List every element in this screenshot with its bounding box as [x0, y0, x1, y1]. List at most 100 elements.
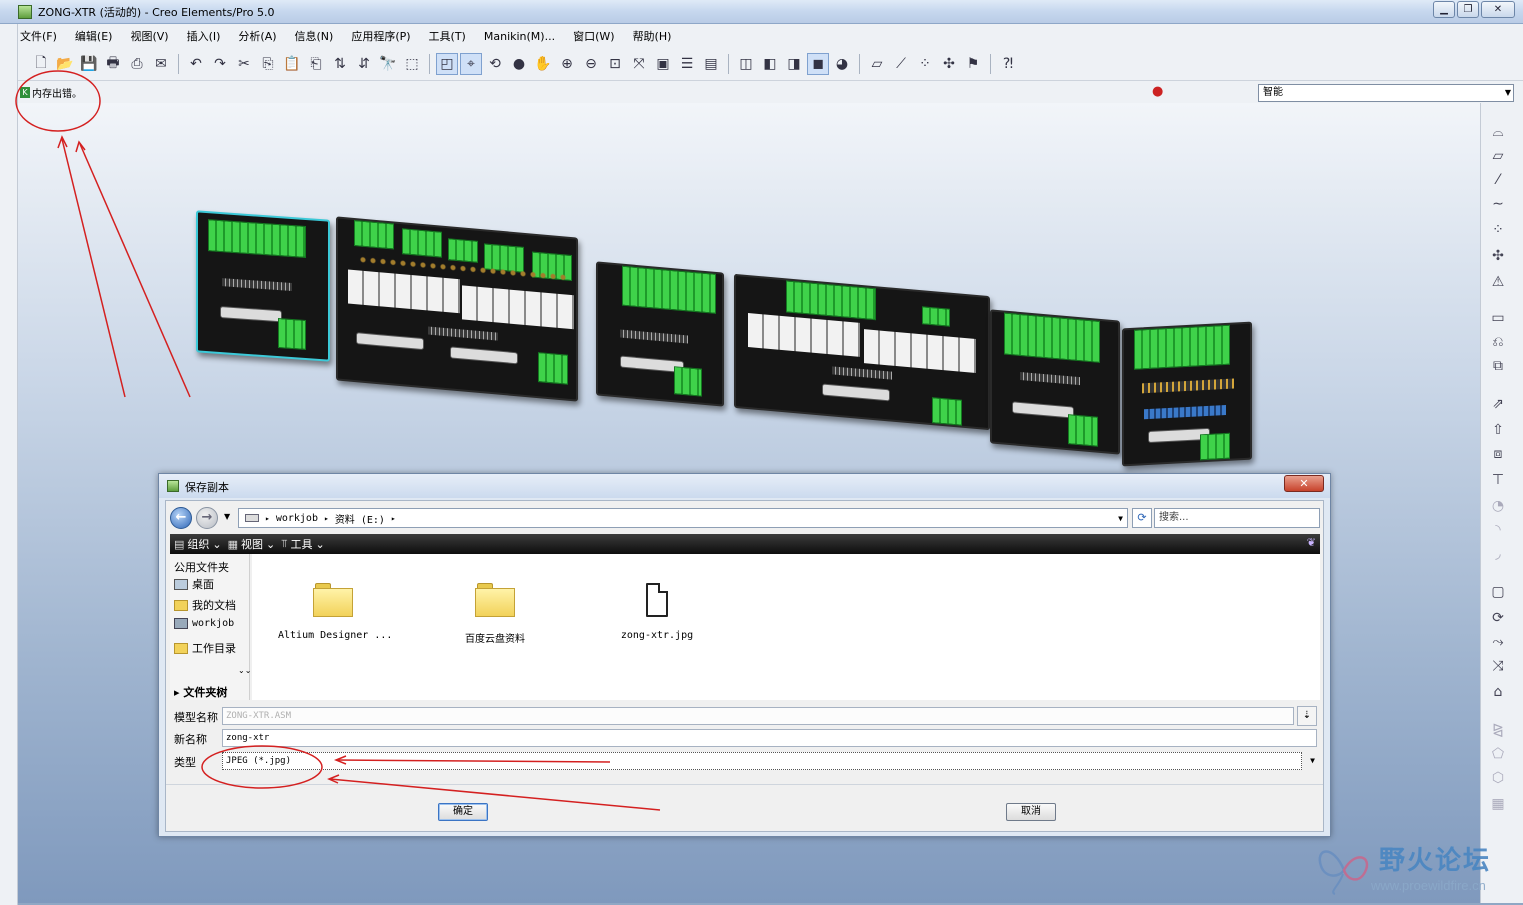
- refresh-icon[interactable]: ⟳: [1132, 508, 1152, 528]
- create-component-icon[interactable]: ⧉: [1487, 355, 1509, 377]
- pan-hand-icon[interactable]: ✋: [532, 53, 554, 75]
- close-button[interactable]: ✕: [1481, 1, 1515, 18]
- model-pick-button[interactable]: ⇣: [1297, 706, 1317, 726]
- hidden-line-icon[interactable]: ◧: [759, 53, 781, 75]
- copy-icon[interactable]: ⎘: [257, 53, 279, 75]
- status-light-icon[interactable]: ●: [1152, 84, 1163, 99]
- render-sphere-icon[interactable]: ●: [508, 53, 530, 75]
- address-dropdown-icon[interactable]: ▼: [1118, 514, 1123, 523]
- menu-analysis[interactable]: 分析(A): [236, 27, 278, 47]
- sidebar-item-workjob[interactable]: workjob: [174, 618, 234, 629]
- annotation-display-icon[interactable]: ⚑: [962, 53, 984, 75]
- expand-more-icon[interactable]: ⌄⌄: [238, 666, 251, 675]
- email-icon[interactable]: ✉: [150, 53, 172, 75]
- board-model-6[interactable]: [1122, 321, 1252, 467]
- folder-tree-toggle[interactable]: ▸ 文件夹树: [174, 684, 227, 700]
- coord-systems-icon[interactable]: ✣: [938, 53, 960, 75]
- tools-menu[interactable]: ⫪ 工具 ⌄: [281, 536, 324, 552]
- menu-applications[interactable]: 应用程序(P): [349, 27, 412, 47]
- reorient-icon[interactable]: ⤧: [628, 53, 650, 75]
- repaint-icon[interactable]: ◰: [436, 53, 458, 75]
- selection-filter-select[interactable]: 智能 ▼: [1258, 84, 1514, 102]
- file-item-altium[interactable]: Altium Designer ...: [278, 578, 392, 641]
- no-hidden-icon[interactable]: ◨: [783, 53, 805, 75]
- dialog-close-button[interactable]: ✕: [1284, 475, 1324, 492]
- type-select[interactable]: JPEG (*.jpg) ▼: [222, 752, 1315, 770]
- save-icon[interactable]: 💾: [78, 53, 100, 75]
- minimize-button[interactable]: ▁: [1433, 1, 1455, 18]
- datum-point-tool-icon[interactable]: ⁘: [1487, 219, 1509, 241]
- datum-axis-tool-icon[interactable]: ⁄: [1487, 169, 1509, 191]
- regen-manager-icon[interactable]: ⇵: [353, 53, 375, 75]
- select-box-icon[interactable]: ⬚: [401, 53, 423, 75]
- package-icon[interactable]: ⇧: [1487, 419, 1509, 441]
- hole-icon[interactable]: ⊤: [1487, 469, 1509, 491]
- menu-edit[interactable]: 编辑(E): [73, 27, 115, 47]
- menu-view[interactable]: 视图(V): [128, 27, 170, 47]
- cancel-button[interactable]: 取消: [1006, 803, 1056, 821]
- orient-mode-icon[interactable]: ⟲: [484, 53, 506, 75]
- sidebar-item-documents[interactable]: 我的文档: [174, 597, 236, 613]
- file-item-baidu[interactable]: 百度云盘资料: [440, 578, 550, 645]
- breadcrumb-arrow-icon[interactable]: ▸: [265, 514, 270, 523]
- organize-menu[interactable]: ▤ 组织 ⌄: [174, 536, 222, 552]
- datum-plane-tool-icon[interactable]: ▱: [1487, 145, 1509, 167]
- zoom-out-icon[interactable]: ⊖: [580, 53, 602, 75]
- saved-views-icon[interactable]: ▣: [652, 53, 674, 75]
- cut-icon[interactable]: ✂: [233, 53, 255, 75]
- ok-button[interactable]: 确定: [438, 803, 488, 821]
- extrude-icon[interactable]: ▢: [1487, 581, 1509, 603]
- shell-icon[interactable]: ⌂: [1487, 681, 1509, 703]
- regenerate-icon[interactable]: ⇅: [329, 53, 351, 75]
- menu-help[interactable]: 帮助(H): [631, 27, 674, 47]
- assemble-icon[interactable]: ⇗: [1487, 393, 1509, 415]
- back-button[interactable]: ←: [170, 507, 192, 529]
- redo-icon[interactable]: ↷: [209, 53, 231, 75]
- menu-file[interactable]: 文件(F): [18, 27, 59, 47]
- context-help-icon[interactable]: ⁈: [997, 53, 1019, 75]
- help-icon[interactable]: ❦: [1307, 536, 1316, 549]
- menu-tools[interactable]: 工具(T): [427, 27, 468, 47]
- new-name-field[interactable]: zong-xtr: [222, 729, 1317, 747]
- view-manager-icon[interactable]: ▤: [700, 53, 722, 75]
- breadcrumb-drive-e[interactable]: 资料 (E:): [335, 511, 385, 526]
- sweep-icon[interactable]: ⤳: [1487, 631, 1509, 653]
- board-model-1[interactable]: [196, 210, 330, 362]
- spin-center-icon[interactable]: ⌖: [460, 53, 482, 75]
- shading-icon[interactable]: ◼: [807, 53, 829, 75]
- analysis-feature-icon[interactable]: ⚠: [1487, 271, 1509, 293]
- breadcrumb-workjob[interactable]: workjob: [276, 513, 318, 524]
- history-dropdown-icon[interactable]: ▼: [224, 512, 230, 521]
- new-file-icon[interactable]: 🗋: [30, 53, 52, 75]
- paste-special-icon[interactable]: ⎗: [305, 53, 327, 75]
- component-place-icon[interactable]: ⎌: [1487, 331, 1509, 353]
- menu-manikin[interactable]: Manikin(M)...: [482, 27, 557, 47]
- board-model-2[interactable]: [336, 216, 578, 402]
- board-model-4[interactable]: [734, 273, 990, 431]
- menu-info[interactable]: 信息(N): [293, 27, 336, 47]
- enhanced-realism-icon[interactable]: ◕: [831, 53, 853, 75]
- paste-icon[interactable]: 📋: [281, 53, 303, 75]
- menu-insert[interactable]: 插入(I): [185, 27, 223, 47]
- datum-planes-icon[interactable]: ▱: [866, 53, 888, 75]
- layers-icon[interactable]: ☰: [676, 53, 698, 75]
- find-icon[interactable]: 🔭: [377, 53, 399, 75]
- refit-icon[interactable]: ⊡: [604, 53, 626, 75]
- datum-points-icon[interactable]: ⁘: [914, 53, 936, 75]
- sketch-icon[interactable]: ⌓: [1487, 121, 1509, 143]
- address-bar[interactable]: ▸ workjob ▸ 资料 (E:) ▸ ▼: [238, 508, 1128, 528]
- wireframe-icon[interactable]: ◫: [735, 53, 757, 75]
- coord-system-tool-icon[interactable]: ✣: [1487, 245, 1509, 267]
- undo-icon[interactable]: ↶: [185, 53, 207, 75]
- revolve-icon[interactable]: ⟳: [1487, 607, 1509, 629]
- sidebar-item-working-dir[interactable]: 工作目录: [174, 640, 236, 656]
- annotation-feature-icon[interactable]: ▭: [1487, 307, 1509, 329]
- blend-icon[interactable]: ⤨: [1487, 655, 1509, 677]
- print-icon[interactable]: 🖶: [102, 53, 124, 75]
- datum-curve-icon[interactable]: ∼: [1487, 193, 1509, 215]
- sidebar-item-desktop[interactable]: 桌面: [174, 576, 214, 592]
- search-input[interactable]: 搜索...: [1154, 508, 1320, 528]
- file-item-zong-jpg[interactable]: zong-xtr.jpg: [602, 578, 712, 641]
- datum-axes-icon[interactable]: ⟋: [890, 53, 912, 75]
- views-menu[interactable]: ▦ 视图 ⌄: [228, 536, 276, 552]
